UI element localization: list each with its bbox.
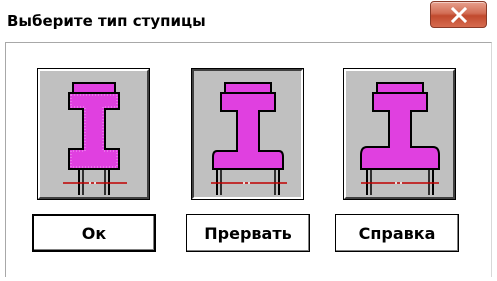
close-button[interactable] [430, 1, 487, 28]
dialog-title: Выберите тип ступицы [7, 12, 206, 30]
cancel-button[interactable]: Прервать [186, 214, 310, 252]
hub-type-3-button[interactable] [343, 68, 456, 200]
ok-button[interactable]: Ок [32, 214, 156, 252]
dialog-window: Выберите тип ступицы Ок Прервать Справка [0, 0, 497, 281]
help-button[interactable]: Справка [335, 214, 459, 252]
hub-asymmetric-icon [211, 82, 287, 195]
hub-type-2-button[interactable] [191, 68, 304, 200]
close-x-icon [450, 7, 468, 23]
title-bar: Выберите тип ступицы [0, 0, 497, 42]
hub-flanged-icon [360, 82, 440, 195]
hub-symmetric-icon [63, 82, 127, 195]
hub-type-1-button[interactable] [37, 68, 150, 200]
